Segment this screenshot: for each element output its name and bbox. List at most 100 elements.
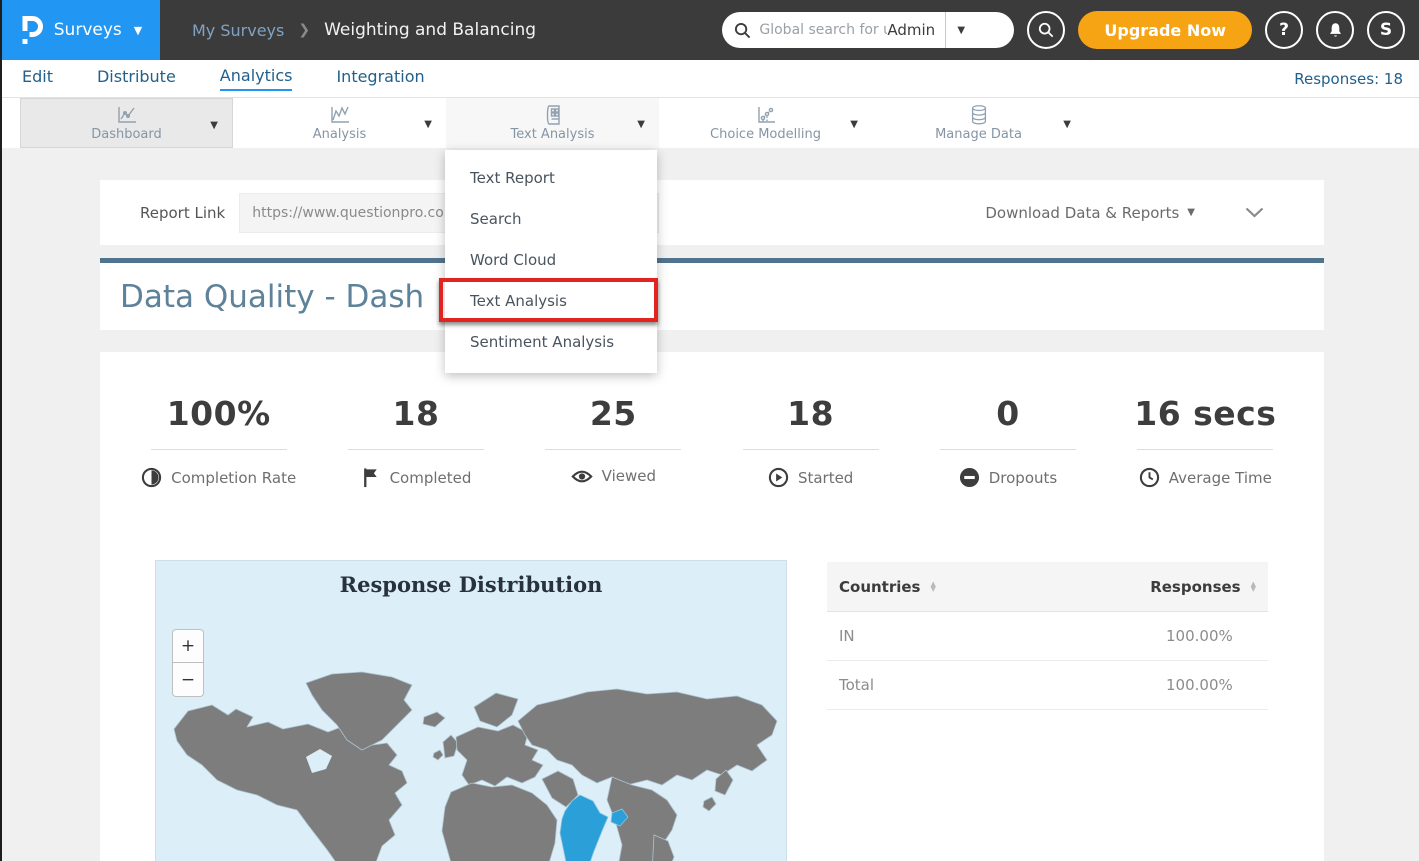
caret-down-icon: ▼ xyxy=(1187,207,1195,218)
divider xyxy=(151,449,287,450)
toolbar-tab-choice-modelling[interactable]: Choice Modelling ▼ xyxy=(659,98,872,148)
world-map[interactable] xyxy=(156,665,787,861)
menu-item-text-analysis[interactable]: Text Analysis xyxy=(445,281,657,322)
sort-icon[interactable]: ▲▼ xyxy=(930,582,935,592)
product-name: Surveys xyxy=(54,20,122,40)
dashboard-main-panel: 100% Completion Rate 18 Completed xyxy=(100,352,1324,861)
topbar-actions: Admin ▼ Upgrade Now ? S xyxy=(722,11,1405,49)
menu-item-word-cloud[interactable]: Word Cloud xyxy=(445,240,657,281)
tab-analytics[interactable]: Analytics xyxy=(220,66,293,91)
avatar-initial: S xyxy=(1380,20,1392,40)
tab-label: Choice Modelling xyxy=(710,127,821,142)
divider xyxy=(348,449,484,450)
stat-value: 0 xyxy=(996,394,1019,433)
tab-label: Manage Data xyxy=(935,127,1022,142)
menu-item-sentiment-analysis[interactable]: Sentiment Analysis xyxy=(445,322,657,363)
help-button[interactable]: ? xyxy=(1265,11,1303,49)
chevron-down-icon: ▼ xyxy=(1063,119,1071,130)
chevron-down-icon: ▼ xyxy=(210,120,218,131)
search-icon xyxy=(1038,22,1054,38)
table-row: Total 100.00% xyxy=(827,661,1268,710)
search-icon xyxy=(734,22,751,39)
database-icon xyxy=(967,104,991,126)
toolbar-tab-analysis[interactable]: Analysis ▼ xyxy=(233,98,446,148)
report-link-label: Report Link xyxy=(140,204,225,222)
product-caret-icon: ▼ xyxy=(134,24,142,37)
stat-value: 16 secs xyxy=(1134,394,1276,433)
zigzag-chart-icon xyxy=(328,104,352,126)
stat-value: 25 xyxy=(590,394,637,433)
dashboard-title-panel: Data Quality - Dash xyxy=(100,258,1324,330)
tab-integration[interactable]: Integration xyxy=(336,67,424,90)
questionpro-logo-icon xyxy=(18,14,44,46)
stat-value: 18 xyxy=(787,394,834,433)
scatter-chart-icon xyxy=(754,104,778,126)
map-title: Response Distribution xyxy=(156,572,786,597)
toolbar-tab-dashboard[interactable]: Dashboard ▼ xyxy=(20,98,233,148)
download-label: Download Data & Reports xyxy=(985,204,1179,222)
account-avatar[interactable]: S xyxy=(1367,11,1405,49)
global-search-input[interactable] xyxy=(759,22,887,38)
tab-edit[interactable]: Edit xyxy=(22,67,53,90)
eye-icon xyxy=(571,468,593,485)
tab-label: Analysis xyxy=(313,127,367,142)
survey-stats-row: 100% Completion Rate 18 Completed xyxy=(120,394,1304,488)
breadcrumb-separator-icon: ❯ xyxy=(298,22,310,38)
column-header-countries[interactable]: Countries xyxy=(839,578,920,596)
cell-responses: 100.00% xyxy=(1166,676,1233,694)
response-distribution-map: Response Distribution + − xyxy=(155,560,787,861)
search-button[interactable] xyxy=(1027,11,1065,49)
app-root: Surveys ▼ My Surveys ❯ Weighting and Bal… xyxy=(0,0,1419,861)
table-header-row: Countries ▲▼ Responses ▲▼ xyxy=(827,562,1268,612)
half-circle-icon xyxy=(141,467,162,488)
cell-country: IN xyxy=(839,627,855,645)
stat-completed: 18 Completed xyxy=(317,394,514,488)
divider xyxy=(940,449,1076,450)
toolbar-tab-manage-data[interactable]: Manage Data ▼ xyxy=(872,98,1085,148)
search-scope-label: Admin xyxy=(887,21,945,39)
breadcrumb: My Surveys ❯ Weighting and Balancing xyxy=(192,20,536,40)
text-report-icon xyxy=(541,104,565,126)
report-link-panel: Report Link Download Data & Reports ▼ xyxy=(100,180,1324,245)
tab-distribute[interactable]: Distribute xyxy=(97,67,176,90)
product-switcher[interactable]: Surveys ▼ xyxy=(0,0,160,60)
upgrade-now-button[interactable]: Upgrade Now xyxy=(1078,11,1252,49)
cell-country: Total xyxy=(839,676,874,694)
search-scope-caret-icon[interactable]: ▼ xyxy=(946,25,976,36)
stat-viewed: 25 Viewed xyxy=(515,394,712,488)
collapse-section-button[interactable] xyxy=(1245,207,1264,218)
column-header-responses[interactable]: Responses xyxy=(1150,578,1240,596)
breadcrumb-my-surveys[interactable]: My Surveys xyxy=(192,21,284,40)
stat-value: 18 xyxy=(393,394,440,433)
divider xyxy=(545,449,681,450)
stat-value: 100% xyxy=(167,394,271,433)
sort-icon[interactable]: ▲▼ xyxy=(1251,582,1256,592)
stat-label: Completion Rate xyxy=(171,469,296,487)
stat-dropouts: 0 Dropouts xyxy=(909,394,1106,488)
menu-item-search[interactable]: Search xyxy=(445,199,657,240)
text-analysis-dropdown-menu: Text Report Search Word Cloud Text Analy… xyxy=(445,150,657,373)
page-title: Data Quality - Dash xyxy=(120,279,424,315)
stat-label: Dropouts xyxy=(989,469,1057,487)
bell-icon xyxy=(1327,21,1344,39)
window-edge xyxy=(0,0,2,861)
flag-icon xyxy=(361,467,381,488)
chevron-down-icon xyxy=(1245,207,1264,218)
notifications-button[interactable] xyxy=(1316,11,1354,49)
toolbar-tab-text-analysis[interactable]: Text Analysis ▼ xyxy=(446,98,659,148)
tab-label: Text Analysis xyxy=(511,127,595,142)
stat-started: 18 Started xyxy=(712,394,909,488)
countries-table: Countries ▲▼ Responses ▲▼ IN 100.00% Tot… xyxy=(827,562,1268,710)
stat-label: Started xyxy=(798,469,853,487)
chevron-down-icon: ▼ xyxy=(637,119,645,130)
stat-label: Completed xyxy=(390,469,472,487)
top-bar: Surveys ▼ My Surveys ❯ Weighting and Bal… xyxy=(0,0,1419,60)
chevron-down-icon: ▼ xyxy=(850,119,858,130)
download-data-reports[interactable]: Download Data & Reports ▼ xyxy=(985,204,1264,222)
zoom-in-button[interactable]: + xyxy=(172,629,204,663)
divider xyxy=(743,449,879,450)
survey-nav: Edit Distribute Analytics Integration Re… xyxy=(0,60,1419,98)
divider xyxy=(1137,449,1273,450)
menu-item-text-report[interactable]: Text Report xyxy=(445,158,657,199)
chevron-down-icon: ▼ xyxy=(424,119,432,130)
